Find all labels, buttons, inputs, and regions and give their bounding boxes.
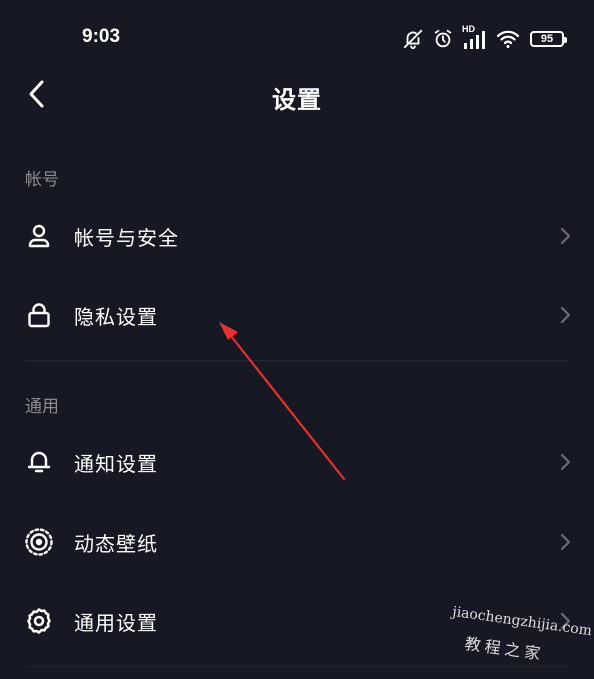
signal-icon: HD <box>462 24 488 50</box>
chevron-right-icon <box>558 452 572 472</box>
battery-level: 95 <box>540 32 554 45</box>
status-time: 9:03 <box>82 26 121 47</box>
chevron-right-icon <box>558 305 572 325</box>
network-label: HD <box>462 24 475 34</box>
settings-item-privacy[interactable]: 隐私设置 <box>0 276 594 354</box>
nav-bar: 设置 <box>0 78 594 114</box>
status-icons: HD 95 <box>394 24 567 52</box>
alarm-icon <box>432 28 454 50</box>
settings-item-label: 通用设置 <box>74 610 158 635</box>
bell-icon <box>24 447 54 477</box>
settings-item-label: 通知设置 <box>74 451 158 476</box>
settings-item-label: 动态壁纸 <box>74 531 158 556</box>
live-wallpaper-icon <box>24 527 54 557</box>
wifi-icon <box>496 28 520 50</box>
settings-item-account-security[interactable]: 帐号与安全 <box>0 197 594 275</box>
battery-icon: 95 <box>530 31 567 47</box>
mute-bell-icon <box>402 28 424 50</box>
page-title: 设置 <box>272 86 322 114</box>
settings-item-notifications[interactable]: 通知设置 <box>0 423 594 501</box>
chevron-right-icon <box>558 532 572 552</box>
section-divider <box>25 666 569 667</box>
settings-item-label: 帐号与安全 <box>74 225 179 250</box>
chevron-right-icon <box>558 226 572 246</box>
section-divider <box>25 360 569 361</box>
user-icon <box>24 221 54 251</box>
status-bar: 9:03 HD 95 <box>0 0 594 78</box>
lock-icon <box>24 300 54 330</box>
section-label-general: 通用 <box>25 397 59 417</box>
settings-item-label: 隐私设置 <box>74 304 158 329</box>
section-label-account: 帐号 <box>25 170 59 190</box>
gear-icon <box>24 606 54 636</box>
settings-item-live-wallpaper[interactable]: 动态壁纸 <box>0 503 594 581</box>
